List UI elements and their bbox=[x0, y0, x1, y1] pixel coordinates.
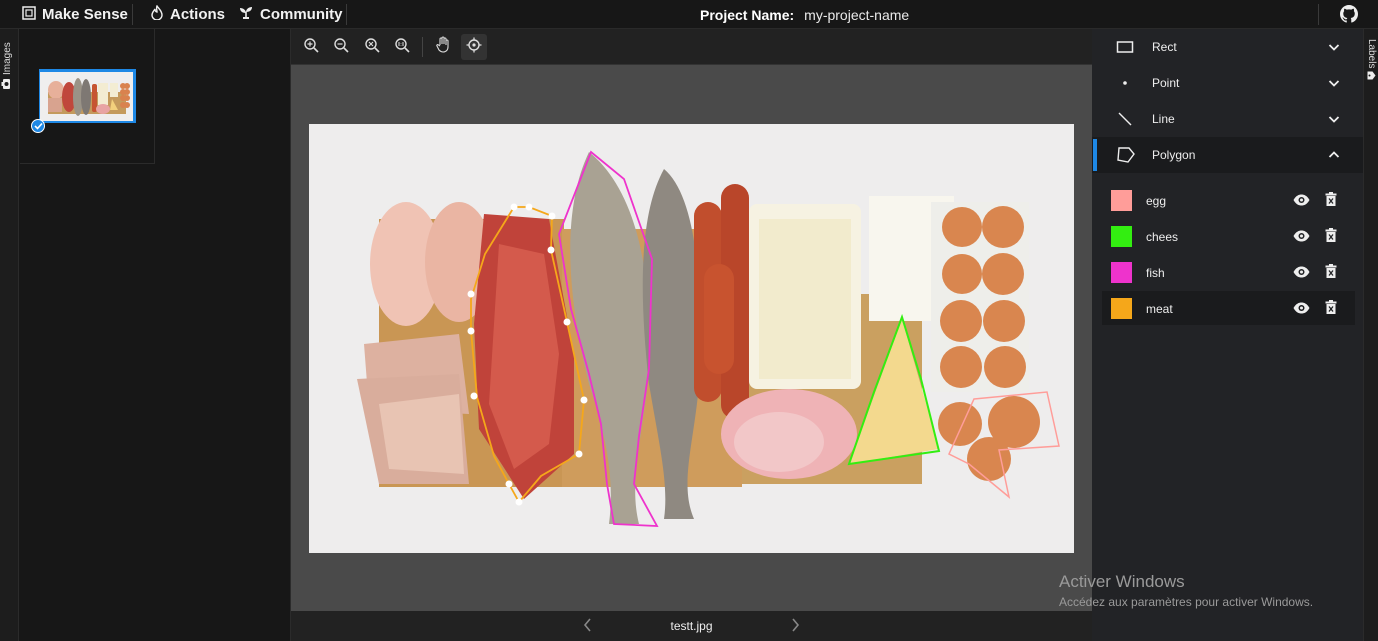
toolbar-divider bbox=[422, 37, 423, 57]
trash-icon[interactable] bbox=[1325, 264, 1337, 283]
flame-icon bbox=[150, 4, 164, 24]
polygon-icon bbox=[1116, 146, 1135, 164]
label-color-swatch[interactable] bbox=[1111, 262, 1132, 283]
label-item-egg[interactable]: egg bbox=[1102, 183, 1355, 217]
actions-menu-button[interactable]: Actions bbox=[150, 0, 225, 29]
chevron-up-icon[interactable] bbox=[1328, 148, 1340, 166]
images-list-panel bbox=[20, 29, 291, 641]
label-name: fish bbox=[1146, 266, 1165, 280]
label-name: egg bbox=[1146, 194, 1167, 208]
pan-hand-icon bbox=[436, 35, 452, 59]
zoom-actual-icon bbox=[394, 37, 410, 58]
chevron-down-icon[interactable] bbox=[1328, 112, 1340, 130]
brand-link[interactable]: Make Sense bbox=[22, 0, 128, 29]
crosshair-tool-button[interactable] bbox=[461, 34, 487, 60]
label-color-swatch[interactable] bbox=[1111, 298, 1132, 319]
zoom-fit-icon bbox=[364, 37, 380, 58]
label-item-meat[interactable]: meat bbox=[1102, 291, 1355, 325]
zoom-fit-button[interactable] bbox=[359, 34, 385, 60]
labels-tab-label-wrap: Labels bbox=[1365, 39, 1378, 82]
image-canvas[interactable] bbox=[309, 124, 1074, 553]
project-name-field: Project Name: my-project-name bbox=[700, 0, 909, 29]
watermark-title: Activer Windows bbox=[1059, 572, 1185, 591]
images-side-tab[interactable]: Images bbox=[0, 29, 19, 641]
point-icon bbox=[1116, 74, 1134, 92]
chevron-down-icon[interactable] bbox=[1328, 40, 1340, 58]
checkmark-icon bbox=[31, 119, 45, 133]
zoom-in-button[interactable] bbox=[298, 34, 324, 60]
camera-icon bbox=[1, 79, 13, 89]
zoom-out-icon bbox=[333, 37, 349, 58]
label-item-fish[interactable]: fish bbox=[1102, 255, 1355, 289]
community-menu-button[interactable]: Community bbox=[238, 0, 343, 29]
watermark-subtitle: Accédez aux paramètres pour activer Wind… bbox=[1059, 595, 1314, 609]
rect-label-tool[interactable]: Rect bbox=[1092, 29, 1363, 65]
label-item-chees[interactable]: chees bbox=[1102, 219, 1355, 253]
next-image-icon[interactable] bbox=[791, 618, 800, 635]
eye-icon[interactable] bbox=[1293, 301, 1310, 319]
line-tool-label: Line bbox=[1152, 112, 1175, 126]
labels-panel: Rect Point Line Polygon egg chees fish m… bbox=[1092, 29, 1363, 641]
windows-activation-watermark: Activer Windows Accédez aux paramètres p… bbox=[1059, 572, 1313, 609]
tag-icon bbox=[1367, 71, 1377, 84]
zoom-out-button[interactable] bbox=[328, 34, 354, 60]
zoom-in-icon bbox=[303, 37, 319, 58]
polygon-tool-label: Polygon bbox=[1152, 148, 1196, 162]
images-tab-label: Images bbox=[1, 42, 13, 75]
thumbnail-image bbox=[40, 72, 133, 121]
selected-indicator bbox=[1093, 139, 1097, 171]
pan-tool-button[interactable] bbox=[431, 34, 457, 60]
community-label: Community bbox=[260, 6, 343, 23]
crosshair-icon bbox=[466, 37, 482, 58]
labels-side-tab[interactable]: Labels bbox=[1363, 29, 1378, 641]
label-name: meat bbox=[1146, 302, 1173, 316]
rectangle-icon bbox=[1116, 38, 1134, 56]
editor-toolbar bbox=[291, 29, 1092, 65]
trash-icon[interactable] bbox=[1325, 228, 1337, 247]
project-name-value[interactable]: my-project-name bbox=[804, 7, 909, 23]
github-icon[interactable] bbox=[1340, 5, 1358, 28]
image-thumbnail-item[interactable] bbox=[20, 29, 155, 164]
label-color-swatch[interactable] bbox=[1111, 190, 1132, 211]
divider bbox=[1318, 4, 1319, 25]
label-name: chees bbox=[1146, 230, 1179, 244]
chevron-down-icon[interactable] bbox=[1328, 76, 1340, 94]
trash-icon[interactable] bbox=[1325, 300, 1337, 319]
label-color-swatch[interactable] bbox=[1111, 226, 1132, 247]
labels-tab-label: Labels bbox=[1366, 39, 1377, 69]
rect-tool-label: Rect bbox=[1152, 40, 1177, 54]
line-icon bbox=[1116, 110, 1134, 128]
editor-area: testt.jpg bbox=[291, 29, 1092, 641]
line-label-tool[interactable]: Line bbox=[1092, 101, 1363, 137]
plant-icon bbox=[238, 5, 254, 24]
trash-icon[interactable] bbox=[1325, 192, 1337, 211]
images-tab-label-wrap: Images bbox=[1, 42, 13, 89]
image-navigation-bar: testt.jpg bbox=[291, 611, 1092, 641]
eye-icon[interactable] bbox=[1293, 265, 1310, 283]
eye-icon[interactable] bbox=[1293, 229, 1310, 247]
previous-image-icon[interactable] bbox=[583, 618, 592, 635]
app-window: Make Sense Actions Community Project Nam… bbox=[0, 0, 1378, 641]
current-image-filename: testt.jpg bbox=[670, 619, 713, 633]
zoom-actual-size-button[interactable] bbox=[389, 34, 415, 60]
point-label-tool[interactable]: Point bbox=[1092, 65, 1363, 101]
thumbnail-selection-frame bbox=[39, 69, 136, 123]
actions-label: Actions bbox=[170, 6, 226, 23]
polygon-label-tool[interactable]: Polygon bbox=[1092, 137, 1363, 173]
point-tool-label: Point bbox=[1152, 76, 1180, 90]
brand-logo-icon bbox=[22, 5, 36, 24]
divider bbox=[132, 4, 133, 25]
divider bbox=[346, 4, 347, 25]
brand-name: Make Sense bbox=[42, 6, 128, 23]
top-navigation-bar: Make Sense Actions Community Project Nam… bbox=[0, 0, 1378, 29]
eye-icon[interactable] bbox=[1293, 193, 1310, 211]
project-name-label: Project Name: bbox=[700, 6, 795, 23]
